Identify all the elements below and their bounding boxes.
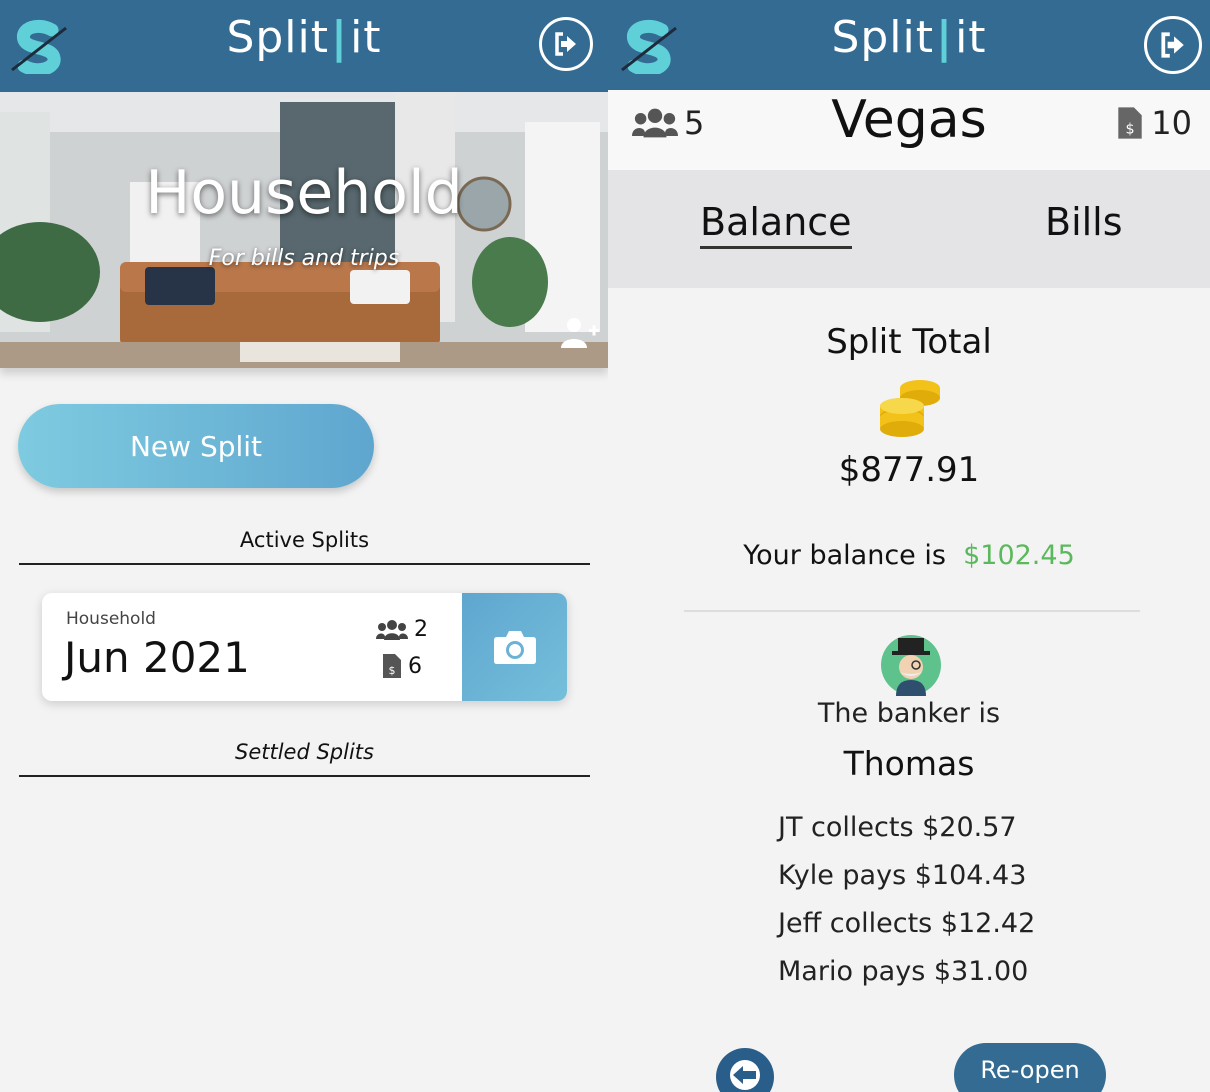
logout-icon: [1161, 32, 1184, 58]
bill-icon: $: [1118, 107, 1142, 139]
split-bills-count: 6: [408, 653, 422, 679]
split-summary: 5 Vegas $ 10: [608, 90, 1210, 170]
your-balance-amount: $102.45: [963, 540, 1075, 571]
settlement-item: Mario pays $31.00: [778, 956, 1029, 987]
tab-bills[interactable]: Bills: [1045, 200, 1123, 244]
group-subtitle: For bills and trips: [208, 246, 400, 271]
svg-text:$: $: [1126, 121, 1135, 137]
settlement-item: JT collects $20.57: [778, 812, 1017, 843]
banker-avatar: [881, 635, 941, 696]
split-bills-count: 10: [1151, 104, 1192, 142]
split-total-amount: $877.91: [838, 450, 980, 490]
split-detail-screen: Split|it 5 Vegas $ 10 Balance Bills Spli: [608, 0, 1210, 1092]
split-total-label: Split Total: [826, 322, 992, 362]
split-members-count: 2: [414, 617, 428, 642]
back-arrow-icon: [730, 1060, 760, 1090]
household-screen: Split|it Household For bills and trips N…: [0, 0, 608, 1092]
logout-button[interactable]: [539, 17, 593, 71]
section-divider: [684, 610, 1140, 612]
banker-name: Thomas: [843, 744, 975, 783]
active-splits-heading: Active Splits: [19, 528, 590, 565]
app-brand: Split|it: [226, 12, 382, 63]
group-title: Household: [145, 158, 463, 228]
split-bills: $ 10: [1117, 104, 1192, 142]
app-header: Split|it: [0, 0, 608, 92]
group-hero: Household For bills and trips: [0, 92, 608, 368]
split-period: Jun 2021: [64, 633, 250, 682]
split-tabs: Balance Bills: [608, 170, 1210, 288]
add-user-icon[interactable]: [560, 316, 600, 350]
app-header: Split|it: [608, 0, 1210, 90]
settlement-item: Jeff collects $12.42: [778, 908, 1036, 939]
reopen-button[interactable]: Re-open: [954, 1043, 1106, 1092]
users-icon: [376, 619, 408, 640]
tab-balance[interactable]: Balance: [700, 200, 852, 249]
logout-icon: [555, 32, 576, 56]
scan-receipt-button[interactable]: [462, 593, 567, 701]
your-balance: Your balance is $102.45: [608, 540, 1210, 571]
split-bills: $ 6: [382, 653, 422, 679]
camera-icon: [493, 631, 536, 664]
banker-label: The banker is: [817, 698, 1001, 729]
back-button[interactable]: [716, 1048, 774, 1092]
settlement-item: Kyle pays $104.43: [778, 860, 1027, 891]
living-room-photo: [0, 92, 608, 368]
logout-button[interactable]: [1144, 16, 1202, 74]
split-card[interactable]: Household Jun 2021 2 $ 6: [42, 593, 567, 701]
bill-icon: $: [383, 654, 401, 678]
coins-icon: [880, 380, 940, 437]
split-members: 2: [376, 617, 428, 642]
new-split-button[interactable]: New Split: [18, 404, 374, 488]
split-group-name: Household: [66, 609, 156, 629]
settled-splits-heading: Settled Splits: [19, 740, 590, 777]
svg-text:$: $: [389, 664, 396, 677]
your-balance-label: Your balance is: [743, 540, 946, 571]
app-brand: Split|it: [831, 12, 987, 63]
